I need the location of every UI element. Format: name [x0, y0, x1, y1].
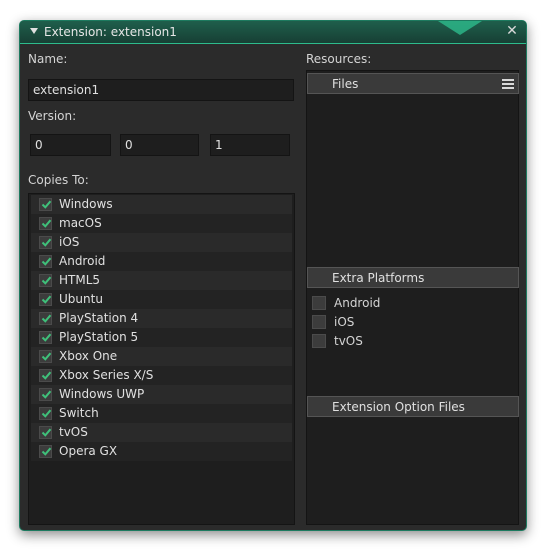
copies-item-macos[interactable]: macOS	[31, 214, 292, 233]
copies-item-label: Ubuntu	[59, 292, 103, 306]
extra-platforms-header-label: Extra Platforms	[332, 271, 425, 285]
version-patch-field[interactable]: 1	[210, 134, 290, 156]
checkbox-checked-icon[interactable]	[39, 217, 52, 230]
extra-platform-tvos[interactable]: tvOS	[312, 332, 492, 350]
option-files-header-label: Extension Option Files	[332, 400, 465, 414]
checkbox-checked-icon[interactable]	[39, 293, 52, 306]
copies-item-label: macOS	[59, 216, 102, 230]
checkbox-checked-icon[interactable]	[39, 388, 52, 401]
copies-item-tvos[interactable]: tvOS	[31, 423, 292, 442]
checkbox-checked-icon[interactable]	[39, 236, 52, 249]
name-label: Name:	[28, 52, 68, 66]
files-section-header[interactable]: Files	[307, 73, 519, 94]
copies-item-label: Xbox One	[59, 349, 118, 363]
copies-item-playstation-4[interactable]: PlayStation 4	[31, 309, 292, 328]
resources-label: Resources:	[306, 52, 372, 66]
hamburger-menu-icon[interactable]	[502, 79, 514, 89]
name-field[interactable]: extension1	[28, 79, 294, 101]
checkbox-checked-icon[interactable]	[39, 407, 52, 420]
extension-window: Extension: extension1 ✕ Name: extension1…	[19, 20, 527, 531]
copies-item-label: tvOS	[59, 425, 88, 439]
checkbox-checked-icon[interactable]	[39, 426, 52, 439]
checkbox-checked-icon[interactable]	[39, 255, 52, 268]
title-bar[interactable]: Extension: extension1 ✕	[20, 21, 526, 44]
copies-item-label: HTML5	[59, 273, 101, 287]
copies-to-list: Windows macOS iOS Android HTML5 Ubuntu P…	[28, 193, 295, 525]
extension-option-files-header[interactable]: Extension Option Files	[307, 396, 519, 417]
copies-item-label: Opera GX	[59, 444, 118, 458]
copies-item-switch[interactable]: Switch	[31, 404, 292, 423]
copies-item-windows-uwp[interactable]: Windows UWP	[31, 385, 292, 404]
copies-item-playstation-5[interactable]: PlayStation 5	[31, 328, 292, 347]
copies-item-label: PlayStation 5	[59, 330, 139, 344]
checkbox-unchecked-icon[interactable]	[312, 334, 326, 348]
extra-platforms-header[interactable]: Extra Platforms	[307, 267, 519, 288]
checkbox-checked-icon[interactable]	[39, 369, 52, 382]
copies-item-xbox-one[interactable]: Xbox One	[31, 347, 292, 366]
title-notch-decoration	[438, 21, 482, 35]
checkbox-checked-icon[interactable]	[39, 331, 52, 344]
copies-item-label: Xbox Series X/S	[59, 368, 154, 382]
version-minor-field[interactable]: 0	[120, 134, 199, 156]
copies-item-label: Switch	[59, 406, 99, 420]
checkbox-unchecked-icon[interactable]	[312, 296, 326, 310]
copies-item-opera-gx[interactable]: Opera GX	[31, 442, 292, 461]
checkbox-unchecked-icon[interactable]	[312, 315, 326, 329]
copies-item-html5[interactable]: HTML5	[31, 271, 292, 290]
version-label: Version:	[28, 109, 77, 123]
copies-item-windows[interactable]: Windows	[31, 195, 292, 214]
extra-platform-android[interactable]: Android	[312, 294, 492, 312]
checkbox-checked-icon[interactable]	[39, 445, 52, 458]
extra-platform-label: tvOS	[334, 334, 363, 348]
copies-item-label: PlayStation 4	[59, 311, 139, 325]
collapse-icon[interactable]	[30, 28, 38, 34]
extra-platform-ios[interactable]: iOS	[312, 313, 492, 331]
copies-item-android[interactable]: Android	[31, 252, 292, 271]
copies-item-xbox-series[interactable]: Xbox Series X/S	[31, 366, 292, 385]
checkbox-checked-icon[interactable]	[39, 350, 52, 363]
checkbox-checked-icon[interactable]	[39, 198, 52, 211]
close-button[interactable]: ✕	[504, 23, 520, 39]
copies-item-label: iOS	[59, 235, 80, 249]
version-major-field[interactable]: 0	[30, 134, 111, 156]
copies-item-ubuntu[interactable]: Ubuntu	[31, 290, 292, 309]
copies-item-ios[interactable]: iOS	[31, 233, 292, 252]
checkbox-checked-icon[interactable]	[39, 274, 52, 287]
files-header-label: Files	[332, 77, 359, 91]
copies-item-label: Android	[59, 254, 106, 268]
window-title: Extension: extension1	[44, 25, 177, 39]
extra-platform-label: Android	[334, 296, 381, 310]
extra-platform-label: iOS	[334, 315, 355, 329]
checkbox-checked-icon[interactable]	[39, 312, 52, 325]
copies-item-label: Windows	[59, 197, 113, 211]
copies-to-label: Copies To:	[28, 173, 89, 187]
copies-item-label: Windows UWP	[59, 387, 145, 401]
